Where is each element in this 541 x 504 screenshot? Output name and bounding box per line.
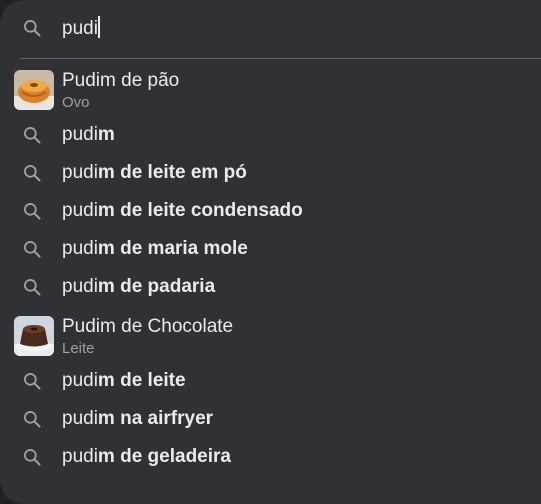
pudim-de-chocolate-thumbnail bbox=[14, 316, 54, 356]
suggestion-item[interactable]: pudim de leite bbox=[0, 362, 541, 400]
suggestion-text: pudim na airfryer bbox=[62, 400, 213, 438]
pudim-de-pao-thumbnail bbox=[14, 70, 54, 110]
search-icon bbox=[22, 18, 42, 38]
search-icon bbox=[22, 447, 42, 467]
search-icon bbox=[22, 201, 42, 221]
suggestion-completion: m de geladeira bbox=[97, 446, 231, 467]
suggestion-text: pudim de leite condensado bbox=[62, 192, 303, 230]
suggestion-title: Pudim de Chocolate bbox=[62, 316, 234, 337]
suggestion-completion: m de padaria bbox=[97, 276, 216, 297]
text-caret bbox=[97, 16, 100, 38]
search-suggestions-dropdown: pudi Pudim de pão Ovo pudim pudim de leite … bbox=[0, 0, 541, 504]
suggestion-text: pudim de padaria bbox=[62, 268, 215, 306]
suggestion-typed-prefix: pudi bbox=[62, 200, 98, 221]
search-icon bbox=[22, 163, 42, 183]
suggestion-typed-prefix: pudi bbox=[62, 124, 98, 145]
suggestion-typed-prefix: pudi bbox=[62, 446, 98, 467]
suggestion-item[interactable]: pudim de leite em pó bbox=[0, 154, 541, 192]
suggestion-title: Pudim de pão bbox=[62, 70, 180, 91]
suggestion-subtitle: Ovo bbox=[62, 94, 90, 111]
suggestion-text: pudim de maria mole bbox=[62, 230, 248, 268]
suggestion-item[interactable]: pudim bbox=[0, 116, 541, 154]
suggestion-completion: m de leite condensado bbox=[97, 200, 303, 221]
search-icon bbox=[22, 125, 42, 145]
divider bbox=[20, 58, 541, 59]
suggestion-text: pudim de leite em pó bbox=[62, 154, 247, 192]
suggestion-subtitle: Leite bbox=[62, 340, 95, 357]
suggestion-completion: m na airfryer bbox=[97, 408, 214, 429]
search-icon bbox=[22, 409, 42, 429]
search-icon bbox=[22, 371, 42, 391]
suggestion-text: pudim de geladeira bbox=[62, 438, 231, 476]
search-icon bbox=[22, 239, 42, 259]
suggestion-typed-prefix: pudi bbox=[62, 276, 98, 297]
search-icon bbox=[22, 277, 42, 297]
suggestion-completion: m de maria mole bbox=[97, 238, 248, 259]
suggestion-item[interactable]: pudim de padaria bbox=[0, 268, 541, 306]
suggestion-rich-item[interactable]: Pudim de Chocolate Leite bbox=[0, 306, 541, 362]
suggestion-typed-prefix: pudi bbox=[62, 162, 98, 183]
suggestion-item[interactable]: pudim de leite condensado bbox=[0, 192, 541, 230]
suggestion-item[interactable]: pudim na airfryer bbox=[0, 400, 541, 438]
suggestion-rich-item[interactable]: Pudim de pão Ovo bbox=[0, 60, 541, 116]
suggestion-item[interactable]: pudim de geladeira bbox=[0, 438, 541, 476]
search-bar: pudi bbox=[0, 0, 541, 58]
suggestion-text: pudim de leite bbox=[62, 362, 186, 400]
suggestion-completion: m de leite bbox=[97, 370, 186, 391]
search-input-value: pudi bbox=[62, 18, 98, 39]
suggestion-typed-prefix: pudi bbox=[62, 238, 98, 259]
suggestion-completion: m bbox=[97, 124, 115, 145]
suggestion-completion: m de leite em pó bbox=[97, 162, 247, 183]
search-input[interactable]: pudi bbox=[62, 14, 100, 44]
suggestion-text: pudim bbox=[62, 116, 115, 154]
suggestion-list: Pudim de pão Ovo pudim pudim de leite em pó… bbox=[0, 60, 541, 476]
suggestion-typed-prefix: pudi bbox=[62, 408, 98, 429]
suggestion-typed-prefix: pudi bbox=[62, 370, 98, 391]
suggestion-item[interactable]: pudim de maria mole bbox=[0, 230, 541, 268]
